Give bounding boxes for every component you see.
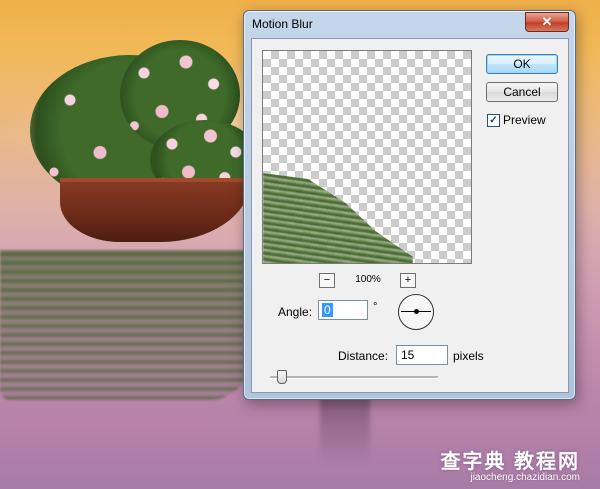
zoom-out-icon: −: [323, 274, 331, 286]
angle-value: 0: [322, 303, 333, 317]
checkbox-icon: ✓: [489, 115, 498, 126]
angle-dial-icon[interactable]: [398, 294, 434, 330]
distance-slider-thumb[interactable]: [277, 370, 287, 384]
distance-unit: pixels: [453, 349, 484, 363]
water-reflection: [0, 250, 250, 400]
zoom-level: 100%: [355, 274, 381, 285]
water-reflection-dark: [320, 395, 370, 465]
angle-input[interactable]: 0: [318, 300, 368, 320]
zoom-out-button[interactable]: −: [319, 273, 335, 288]
watermark-main-text: 查字典 教程网: [440, 451, 580, 473]
preview-checkbox[interactable]: ✓: [487, 114, 500, 127]
angle-label: Angle:: [278, 305, 313, 319]
angle-dial-center: [414, 309, 419, 314]
zoom-in-icon: +: [404, 274, 412, 286]
filter-preview[interactable]: [262, 50, 472, 264]
dialog-title: Motion Blur: [252, 17, 313, 31]
zoom-in-button[interactable]: +: [400, 273, 416, 288]
preview-label[interactable]: Preview: [503, 113, 546, 127]
close-icon: ✕: [541, 14, 553, 29]
distance-input[interactable]: 15: [396, 345, 448, 365]
watermark: 查字典 教程网 jiaocheng.chazidian.com: [440, 445, 580, 483]
close-button[interactable]: ✕: [525, 12, 569, 32]
degree-symbol: °: [373, 301, 378, 313]
motion-blur-dialog: Motion Blur ✕ − 100% + OK Cancel ✓ Previ…: [243, 10, 576, 400]
ok-button[interactable]: OK: [486, 54, 558, 74]
distance-slider-track[interactable]: [270, 376, 438, 379]
distance-label: Distance:: [338, 349, 389, 363]
title-bar[interactable]: Motion Blur ✕: [244, 11, 575, 37]
preview-blurred-content: [263, 173, 413, 263]
dialog-body: − 100% + OK Cancel ✓ Preview Angle: 0 ° …: [251, 38, 569, 393]
boat: [60, 178, 250, 242]
cancel-button[interactable]: Cancel: [486, 82, 558, 102]
